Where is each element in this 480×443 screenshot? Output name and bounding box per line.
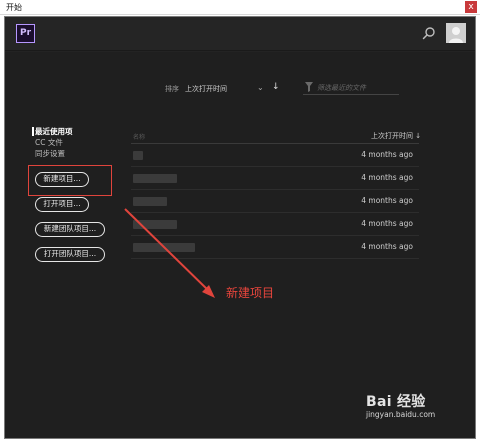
watermark-logo: Bai 经验 (366, 394, 426, 410)
annotation-arrow (124, 208, 215, 298)
watermark-url: jingyan.baidu.com (366, 410, 436, 419)
start-window: 开始 x Pr 排序 上次打开时间 ⌄ ↓ 筛选最近的文件 最近使用项 CC 文… (0, 0, 480, 443)
baidu-watermark: Bai 经验 jingyan.baidu.com (366, 391, 462, 421)
annotation-label: 新建项目 (226, 286, 275, 300)
